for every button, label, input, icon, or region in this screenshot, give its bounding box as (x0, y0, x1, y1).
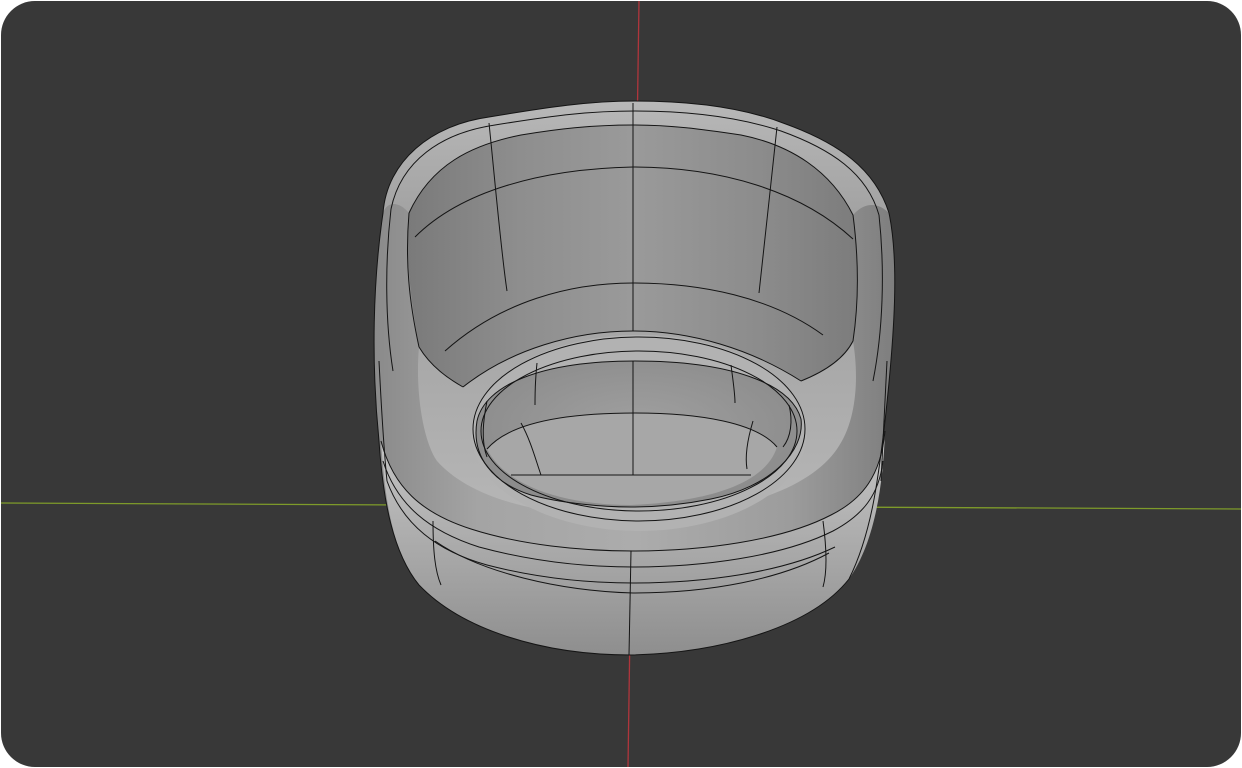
3d-viewport[interactable] (1, 1, 1241, 767)
tub-chair-mesh[interactable] (373, 100, 896, 656)
viewport-canvas[interactable] (1, 1, 1241, 767)
screenshot-frame (0, 0, 1242, 768)
